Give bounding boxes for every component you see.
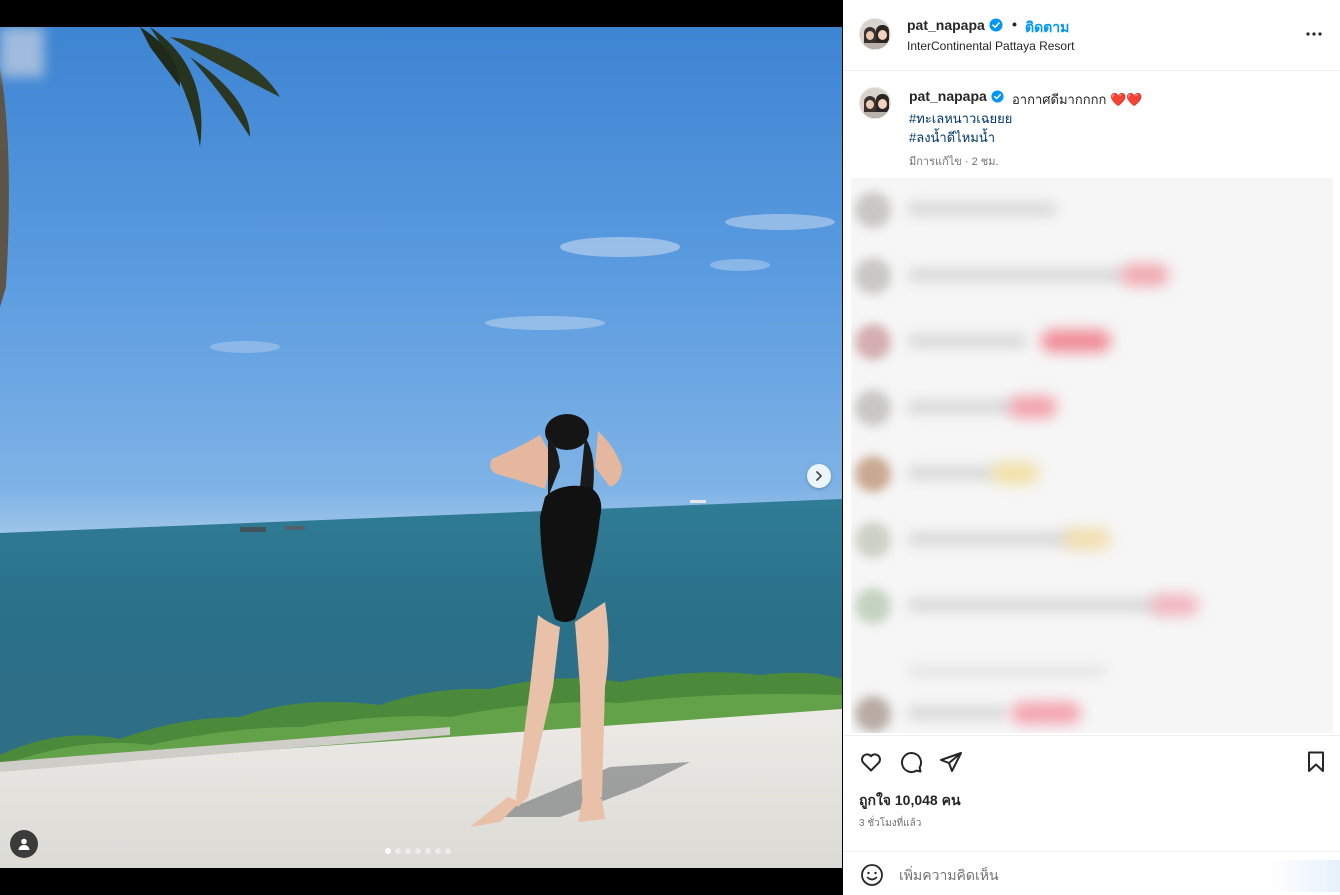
carousel-dot <box>415 848 421 854</box>
caption-text: อากาศดีมากกกก ❤️❤️ <box>1012 92 1143 107</box>
heart-icon <box>861 753 881 772</box>
author-avatar[interactable] <box>859 18 891 50</box>
location-link[interactable]: InterContinental Pattaya Resort <box>907 39 1074 53</box>
user-tags-button[interactable] <box>10 830 38 858</box>
hashtag-link[interactable]: #ลงน้ำดีไหมน้ำ <box>909 127 995 148</box>
author-username[interactable]: pat_napapa <box>907 17 1003 33</box>
share-button[interactable] <box>939 750 963 779</box>
carousel-dot <box>405 848 411 854</box>
comment-box-fade <box>1268 860 1340 892</box>
save-button[interactable] <box>1304 750 1328 779</box>
smile-icon <box>861 864 883 886</box>
post-modal: pat_napapa • ติดตาม InterContinental Pat… <box>0 0 1340 895</box>
comments-list-blurred <box>851 178 1333 733</box>
follow-button[interactable]: ติดตาม <box>1025 17 1069 39</box>
list-item <box>851 442 1333 502</box>
list-item <box>851 508 1333 568</box>
carousel-dot <box>435 848 441 854</box>
caption-meta: มีการแก้ไข · 2 ชม. <box>909 156 999 168</box>
carousel-dot <box>395 848 401 854</box>
like-button[interactable] <box>859 750 883 779</box>
header-separator: • <box>1012 16 1017 32</box>
list-item <box>851 574 1333 634</box>
post-side-panel: pat_napapa • ติดตาม InterContinental Pat… <box>843 0 1340 895</box>
next-slide-button[interactable] <box>807 464 831 488</box>
more-horizontal-icon <box>1306 32 1322 36</box>
caption-username[interactable]: pat_napapa <box>909 88 1004 104</box>
comment-icon <box>901 752 923 774</box>
list-item <box>851 310 1333 370</box>
send-icon <box>940 752 962 772</box>
blurred-corner <box>0 27 44 77</box>
comment-button[interactable] <box>899 750 923 779</box>
carousel-dot <box>385 848 391 854</box>
chevron-right-icon <box>816 471 822 481</box>
verified-badge-icon <box>989 18 1003 32</box>
beach-scene-image <box>0 27 842 868</box>
post-header: pat_napapa • ติดตาม InterContinental Pat… <box>843 0 1340 71</box>
comment-input[interactable] <box>899 864 1259 886</box>
hashtag-link[interactable]: #ทะเลหนาวเฉยยย <box>909 108 1012 129</box>
user-icon <box>18 838 30 850</box>
list-item <box>851 682 1333 733</box>
emoji-button[interactable] <box>860 863 884 892</box>
carousel-dot <box>445 848 451 854</box>
comment-composer <box>843 851 1340 895</box>
list-item <box>851 178 1333 238</box>
caption-avatar[interactable] <box>859 87 891 119</box>
post-actions: ถูกใจ 10,048 คน 3 ชั่วโมงที่แล้ว <box>843 735 1340 895</box>
more-options-button[interactable] <box>1304 24 1324 44</box>
post-photo[interactable] <box>0 27 842 868</box>
post-timestamp[interactable]: 3 ชั่วโมงที่แล้ว <box>859 816 921 831</box>
list-item <box>851 376 1333 436</box>
likes-count[interactable]: ถูกใจ 10,048 คน <box>859 790 961 812</box>
caption-emojis: ❤️❤️ <box>1109 92 1143 107</box>
bookmark-icon <box>1308 751 1324 772</box>
carousel-dot <box>425 848 431 854</box>
list-item <box>851 244 1333 304</box>
carousel-dots <box>385 848 451 854</box>
verified-badge-icon <box>991 90 1004 103</box>
